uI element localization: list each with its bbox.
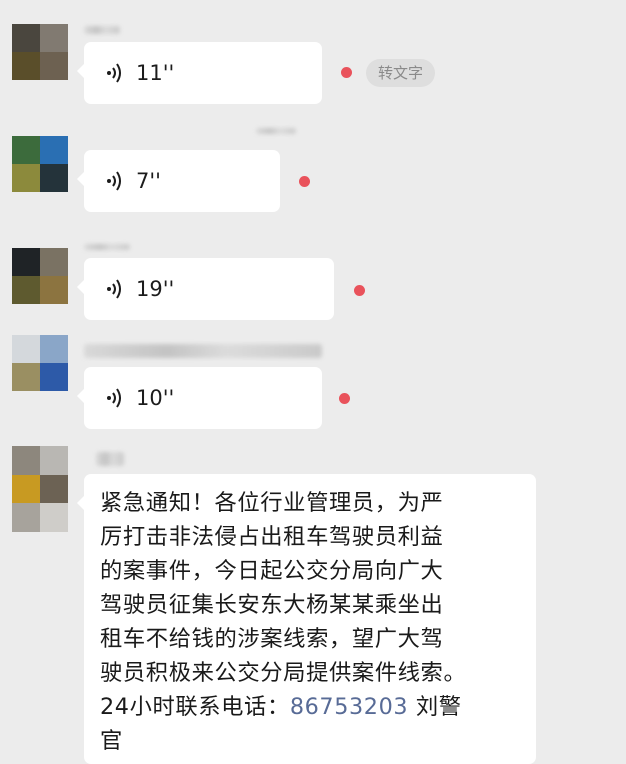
voice-message-bubble[interactable]: 19'' (77, 258, 334, 320)
voice-wave-icon (107, 279, 121, 299)
voice-wave-icon (107, 388, 121, 408)
message-line: 厉打击非法侵占出租车驾驶员利益 (100, 524, 444, 550)
voice-wave-icon (107, 63, 121, 83)
unread-dot (354, 285, 365, 296)
sender-name-blurred (96, 452, 124, 466)
unread-dot (339, 393, 350, 404)
voice-message-bubble[interactable]: 11'' (77, 42, 322, 104)
message-line: 驾驶员征集长安东大杨某某乘坐出 (100, 592, 444, 618)
voice-duration: 11'' (136, 61, 175, 85)
voice-duration: 19'' (136, 277, 175, 301)
unread-dot (299, 176, 310, 187)
message-line: 租车不给钱的涉案线索，望广大驾 (100, 626, 444, 652)
sender-name-blurred (84, 244, 130, 250)
voice-duration: 7'' (136, 169, 161, 193)
contact-label: 24小时联系电话： (100, 694, 290, 720)
voice-message-bubble[interactable]: 7'' (77, 150, 280, 212)
unread-dot (341, 67, 352, 78)
text-message-bubble[interactable]: 紧急通知！各位行业管理员，为严 厉打击非法侵占出租车驾驶员利益 的案事件，今日起… (77, 474, 536, 764)
sender-name-blurred (84, 26, 120, 34)
avatar[interactable] (12, 335, 68, 391)
voice-wave-icon (107, 171, 121, 191)
avatar[interactable] (12, 446, 68, 532)
contact-name: 刘警 (408, 694, 462, 720)
voice-message-bubble[interactable]: 10'' (77, 367, 322, 429)
message-line: 24小时联系电话：86753203 刘警 (100, 690, 522, 724)
message-line: 官 (100, 728, 123, 754)
phone-number-link[interactable]: 86753203 (290, 694, 408, 720)
voice-duration: 10'' (136, 386, 175, 410)
message-line: 的案事件，今日起公交分局向广大 (100, 558, 444, 584)
avatar[interactable] (12, 24, 68, 80)
sender-name-blurred (256, 128, 296, 134)
convert-to-text-button[interactable]: 转文字 (366, 59, 436, 87)
sender-name-blurred (84, 344, 322, 358)
message-line: 紧急通知！各位行业管理员，为严 (100, 490, 444, 516)
avatar[interactable] (12, 136, 68, 192)
avatar[interactable] (12, 248, 68, 304)
message-line: 驶员积极来公交分局提供案件线索。 (100, 660, 467, 686)
